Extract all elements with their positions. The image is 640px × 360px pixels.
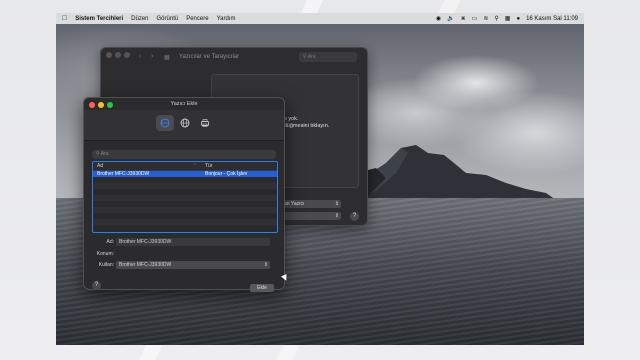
menu-bar:  Sistem Tercihleri Düzen Görüntü Pencer… (56, 13, 584, 24)
menu-help[interactable]: Yardım (217, 16, 236, 22)
window-title: Yazıcılar ve Tarayıcılar (179, 54, 240, 60)
minimize-button[interactable] (115, 52, 121, 58)
table-header: Ad ⌃ Tür (93, 162, 277, 171)
driver-select[interactable]: Brother MFC-J3930DW ⇕ (116, 261, 270, 269)
sort-chevron-icon: ⌃ (193, 163, 198, 169)
printer-name-field[interactable]: Brother MFC-J3930DW (116, 238, 270, 246)
search-field[interactable]: ⚲ Ara (299, 52, 357, 62)
search-placeholder: Ara (100, 151, 109, 157)
printer-default-icon (160, 118, 170, 128)
use-label: Kullan: (98, 262, 114, 268)
help-button[interactable]: ? (350, 212, 359, 221)
search-icon: ⚲ (303, 54, 307, 60)
menu-view[interactable]: Görüntü (157, 16, 179, 22)
location-label: Konum: (96, 251, 114, 257)
add-printer-dialog: Yazıcı Ekle ⚲ Ara Ad ⌃ Tür Brother MFC-J… (83, 97, 285, 292)
column-name-header[interactable]: Ad (97, 163, 103, 169)
name-label: Ad: (106, 239, 114, 245)
close-button[interactable] (106, 52, 112, 58)
location-field[interactable] (116, 250, 270, 258)
add-button[interactable]: Ekle (250, 284, 274, 292)
battery-icon[interactable]: ▭ (472, 15, 478, 22)
back-icon[interactable]: ‹ (139, 53, 141, 60)
window-controls (106, 52, 130, 58)
bluetooth-icon[interactable]: ⋇ (461, 15, 466, 22)
menu-clock[interactable]: 16 Kasım Sal 11:09 (526, 16, 578, 22)
siri-icon[interactable]: ● (516, 16, 520, 22)
printer-list-table: Ad ⌃ Tür Brother MFC-J3930DW Bonjour - Ç… (92, 161, 278, 233)
dialog-title: Yazıcı Ekle (170, 101, 198, 107)
zoom-button[interactable] (124, 52, 130, 58)
menu-window[interactable]: Pencere (186, 16, 208, 22)
help-button[interactable]: ? (92, 281, 101, 290)
record-icon[interactable]: ◉ (436, 15, 441, 22)
default-printer-value: an Yazıcı (284, 201, 305, 207)
control-center-icon[interactable]: ▦ (505, 15, 511, 22)
search-placeholder: Ara (307, 54, 316, 60)
add-hint-message: i düğmesini tıklayın. (281, 123, 330, 129)
menu-app-name[interactable]: Sistem Tercihleri (75, 16, 123, 22)
default-printers-tab[interactable] (156, 115, 174, 131)
default-printer-select[interactable]: an Yazıcı ⇕ (281, 200, 341, 208)
driver-value: Brother MFC-J3930DW (119, 262, 172, 268)
printer-search-field[interactable]: ⚲ Ara (92, 150, 276, 159)
windows-printer-tab[interactable] (196, 115, 214, 131)
chevron-updown-icon: ⇕ (334, 201, 339, 207)
globe-icon (180, 118, 190, 128)
volume-icon[interactable]: 🔈 (447, 15, 454, 22)
table-row-empty (93, 219, 277, 225)
wifi-icon[interactable]: ≋ (483, 15, 488, 22)
chevron-updown-icon: ⇕ (334, 213, 339, 219)
forward-icon[interactable]: › (151, 53, 153, 60)
printer-icon (201, 119, 209, 127)
search-icon: ⚲ (96, 151, 100, 157)
dialog-toolbar (84, 110, 284, 141)
menu-edit[interactable]: Düzen (131, 16, 148, 22)
chevron-updown-icon: ⇕ (263, 262, 268, 268)
search-icon[interactable]: ⚲ (494, 15, 498, 22)
apple-menu-icon[interactable]:  (62, 15, 67, 22)
column-type-header[interactable]: Tür (205, 163, 213, 169)
grid-icon[interactable]: ▦ (164, 54, 170, 61)
mac-screen:  Sistem Tercihleri Düzen Görüntü Pencer… (56, 13, 584, 345)
paper-size-select[interactable]: ⇕ (281, 212, 341, 220)
ip-printer-tab[interactable] (176, 115, 194, 131)
